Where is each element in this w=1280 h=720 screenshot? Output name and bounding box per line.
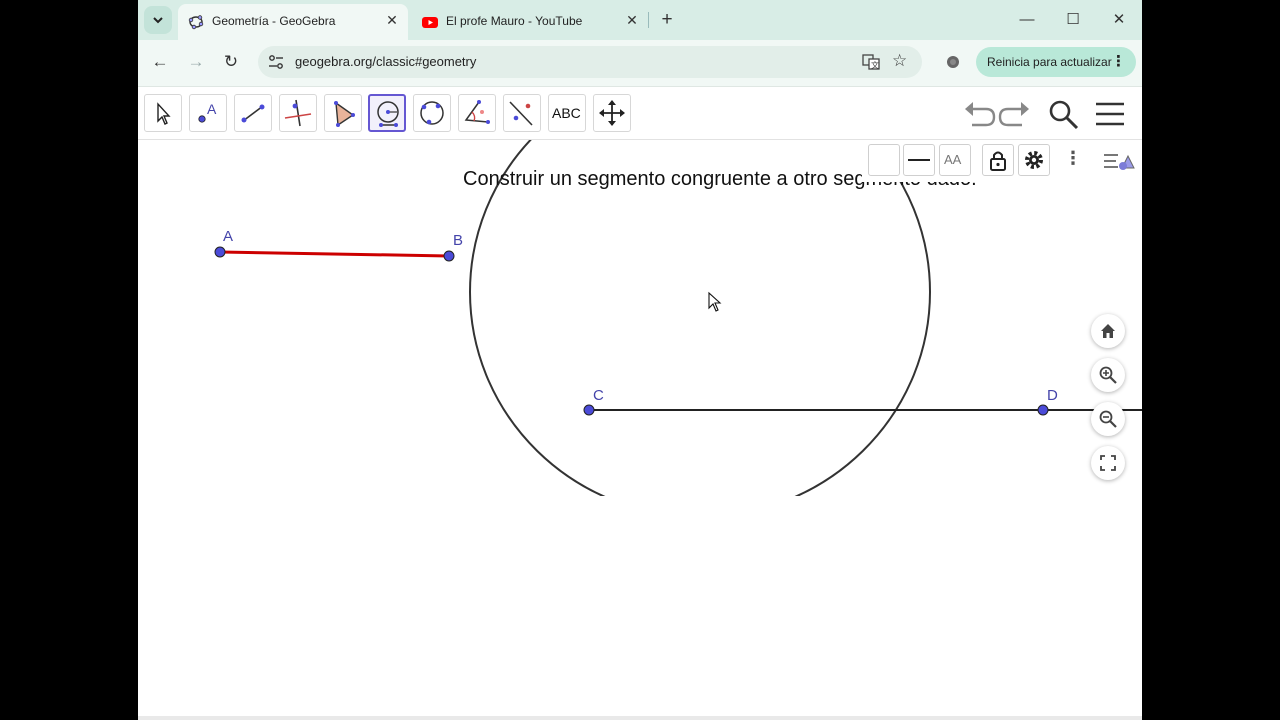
tab-search-button[interactable] bbox=[144, 6, 172, 34]
segment-icon bbox=[241, 104, 265, 123]
new-tab-button[interactable]: + bbox=[655, 8, 679, 32]
toggle-style-bar-icon[interactable] bbox=[1102, 148, 1136, 174]
close-window-icon[interactable]: ✕ bbox=[1107, 8, 1131, 32]
cursor-arrow-icon bbox=[157, 102, 171, 125]
line-style-icon bbox=[908, 159, 930, 161]
svg-text:A: A bbox=[207, 101, 217, 117]
angle-icon bbox=[464, 100, 490, 124]
graphics-view[interactable]: Construir un segmento congruente a otro … bbox=[138, 140, 1142, 720]
point-d[interactable] bbox=[1037, 404, 1049, 416]
tab-strip: Geometría - GeoGebra ✕ El profe Mauro - … bbox=[138, 0, 1142, 40]
point-label-b: B bbox=[453, 232, 464, 249]
chevron-down-icon bbox=[153, 17, 163, 24]
geometry-drawing bbox=[214, 140, 1142, 517]
geogebra-toolbar: A ABC bbox=[138, 87, 1142, 140]
circle-points-icon bbox=[420, 101, 444, 125]
standard-view-button[interactable] bbox=[1091, 314, 1125, 348]
kebab-menu-icon[interactable]: ⋮ bbox=[1111, 52, 1126, 70]
fix-object-button[interactable] bbox=[982, 144, 1014, 176]
extension-icon[interactable] bbox=[945, 54, 961, 70]
point-a[interactable] bbox=[214, 246, 226, 258]
home-icon bbox=[1101, 324, 1115, 338]
compass-tool-button[interactable] bbox=[368, 94, 406, 132]
text-style-label: AA bbox=[944, 152, 962, 167]
tab-title: El profe Mauro - YouTube bbox=[446, 14, 583, 28]
zoom-in-button[interactable] bbox=[1091, 358, 1125, 392]
tab-geogebra[interactable]: Geometría - GeoGebra ✕ bbox=[178, 4, 408, 40]
zoom-out-icon bbox=[1099, 410, 1117, 428]
gear-icon bbox=[1025, 151, 1043, 169]
move-tool-button[interactable] bbox=[144, 94, 182, 132]
point-icon: A bbox=[198, 101, 217, 123]
text-tool-button[interactable]: ABC bbox=[548, 94, 586, 132]
zoom-in-icon bbox=[1099, 366, 1117, 384]
point-tool-button[interactable]: A bbox=[189, 94, 227, 132]
perpendicular-line-icon bbox=[284, 99, 312, 127]
circle-through-points-tool-button[interactable] bbox=[413, 94, 451, 132]
svg-text:文: 文 bbox=[871, 60, 879, 70]
maximize-icon[interactable]: ☐ bbox=[1061, 8, 1085, 32]
tab-divider bbox=[648, 12, 649, 28]
text-style-button[interactable]: AA bbox=[939, 144, 971, 176]
move-graphics-view-tool-button[interactable] bbox=[593, 94, 631, 132]
forward-icon[interactable]: → bbox=[185, 51, 207, 73]
search-icon[interactable] bbox=[1046, 97, 1080, 131]
segment-tool-button[interactable] bbox=[234, 94, 272, 132]
angle-tool-button[interactable] bbox=[458, 94, 496, 132]
settings-button[interactable] bbox=[1018, 144, 1050, 176]
polygon-tool-button[interactable] bbox=[324, 94, 362, 132]
reflect-line-icon bbox=[509, 101, 533, 126]
reflect-tool-button[interactable] bbox=[503, 94, 541, 132]
compass-circle[interactable] bbox=[469, 140, 931, 517]
point-label-a: A bbox=[223, 228, 234, 245]
minimize-icon[interactable]: — bbox=[1015, 8, 1039, 32]
segment-ab[interactable] bbox=[219, 250, 450, 258]
back-icon[interactable]: ← bbox=[149, 51, 171, 73]
close-tab-icon[interactable]: ✕ bbox=[382, 10, 402, 30]
color-swatch-button[interactable] bbox=[868, 144, 900, 176]
youtube-icon bbox=[422, 17, 438, 28]
restart-update-button[interactable]: Reinicia para actualizar ⋮ bbox=[976, 47, 1136, 77]
fullscreen-icon bbox=[1100, 455, 1116, 471]
point-label-c: C bbox=[593, 387, 604, 404]
hamburger-menu-icon[interactable] bbox=[1093, 97, 1127, 131]
line-style-button[interactable] bbox=[903, 144, 935, 176]
translate-icon[interactable]: 文 bbox=[862, 54, 880, 70]
mouse-cursor-icon bbox=[708, 291, 722, 312]
redo-icon[interactable] bbox=[998, 97, 1032, 131]
url-text: geogebra.org/classic#geometry bbox=[295, 54, 477, 69]
tab-title: Geometría - GeoGebra bbox=[212, 14, 336, 28]
lock-icon bbox=[990, 151, 1006, 171]
window-bottom-edge bbox=[138, 716, 1142, 720]
more-options-icon[interactable]: ⋮ bbox=[1064, 148, 1082, 169]
point-b[interactable] bbox=[443, 250, 455, 262]
triangle-icon bbox=[334, 101, 355, 127]
reload-icon[interactable]: ↻ bbox=[220, 51, 242, 73]
style-bar: AA ⋮ bbox=[862, 140, 1142, 182]
fullscreen-button[interactable] bbox=[1091, 446, 1125, 480]
address-bar[interactable]: geogebra.org/classic#geometry 文 ☆ bbox=[258, 46, 922, 78]
address-toolbar: ← → ↻ geogebra.org/classic#geometry 文 ☆ … bbox=[138, 40, 1142, 87]
browser-window: Geometría - GeoGebra ✕ El profe Mauro - … bbox=[138, 0, 1142, 720]
geogebra-icon bbox=[188, 15, 204, 30]
zoom-out-button[interactable] bbox=[1091, 402, 1125, 436]
bookmark-star-icon[interactable]: ☆ bbox=[892, 51, 907, 71]
tab-youtube[interactable]: El profe Mauro - YouTube ✕ bbox=[412, 4, 648, 40]
point-label-d: D bbox=[1047, 387, 1058, 404]
restart-label: Reinicia para actualizar bbox=[987, 55, 1112, 69]
close-tab-icon[interactable]: ✕ bbox=[622, 10, 642, 30]
point-c[interactable] bbox=[583, 404, 595, 416]
undo-icon[interactable] bbox=[962, 97, 996, 131]
perpendicular-line-tool-button[interactable] bbox=[279, 94, 317, 132]
site-settings-icon[interactable] bbox=[268, 54, 284, 70]
move-arrows-icon bbox=[599, 100, 625, 126]
compass-circle-icon bbox=[377, 101, 399, 127]
text-tool-label: ABC bbox=[552, 105, 581, 121]
